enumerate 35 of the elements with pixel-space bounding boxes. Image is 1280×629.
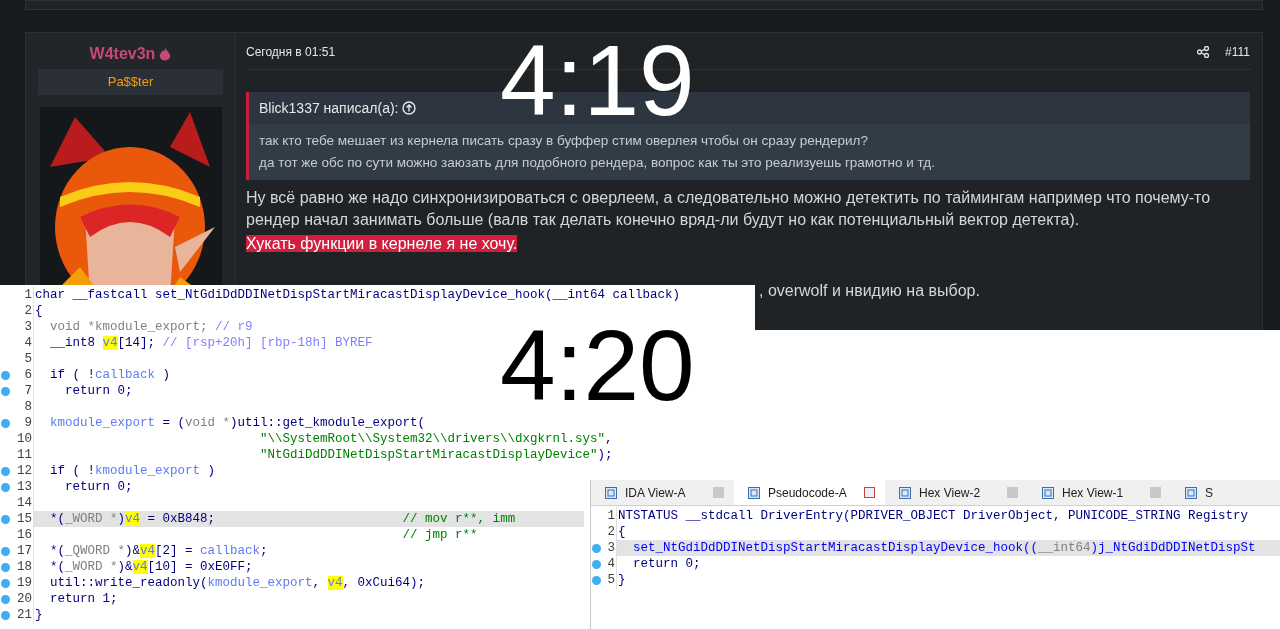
highlighted-text: Хукать функции в кернеле я не хочу. — [246, 235, 518, 252]
timestamp-overlay: 4:20 — [500, 310, 695, 420]
view-icon — [605, 486, 617, 499]
share-icon[interactable] — [1197, 46, 1210, 58]
post-text: , overwolf и нвидию на выбор. — [759, 282, 980, 299]
breakpoint-icon[interactable] — [0, 466, 10, 476]
user-title: Pa$$ter — [107, 73, 154, 92]
view-icon — [748, 486, 760, 499]
close-icon[interactable] — [864, 487, 875, 498]
breakpoint-icon[interactable] — [591, 543, 601, 553]
flame-icon — [159, 46, 172, 62]
timestamp-overlay: 4:19 — [500, 25, 695, 135]
breakpoint-icon[interactable] — [591, 559, 601, 569]
breakpoint-icon[interactable] — [0, 418, 10, 428]
breakpoint-icon[interactable] — [0, 386, 10, 396]
view-icon — [1042, 486, 1054, 499]
breakpoint-icon[interactable] — [0, 546, 10, 556]
view-icon — [1185, 486, 1197, 499]
breakpoint-icon[interactable] — [0, 610, 10, 620]
tab[interactable]: Pseudocode-A — [734, 480, 885, 505]
breakpoint-icon[interactable] — [0, 594, 10, 604]
breakpoint-icon[interactable] — [0, 370, 10, 380]
post-date[interactable]: Сегодня в 01:51 — [246, 43, 336, 61]
breakpoint-icon[interactable] — [0, 562, 10, 572]
arrow-up-circle-icon[interactable] — [402, 101, 417, 115]
breakpoint-icon[interactable] — [591, 575, 601, 585]
post-text: Ну всё равно же надо синхронизироваться с оверлеем, а следовательно можно детектить по таймингам например что почему-то рендер начал занимать больше (валв так делать конечно вряд-ли будут но как потенциальный вектор детекта). — [246, 188, 1212, 230]
breakpoint-icon[interactable] — [0, 514, 10, 524]
view-icon — [899, 486, 911, 499]
quote-text: так кто тебе мешает из кернела писать сразу в буффер стим оверлея чтобы он сразу рендерил? — [259, 132, 869, 150]
quote-text: да тот же обс по сути можно заюзать для подобного рендера, вопрос как ты это реализуешь грамотно и тд. — [259, 154, 936, 172]
breakpoint-icon[interactable] — [0, 578, 10, 588]
breakpoint-icon[interactable] — [0, 482, 10, 492]
quote-author[interactable]: Blick1337 написал(а): — [259, 97, 399, 119]
post-number[interactable]: #111 — [1225, 43, 1250, 61]
